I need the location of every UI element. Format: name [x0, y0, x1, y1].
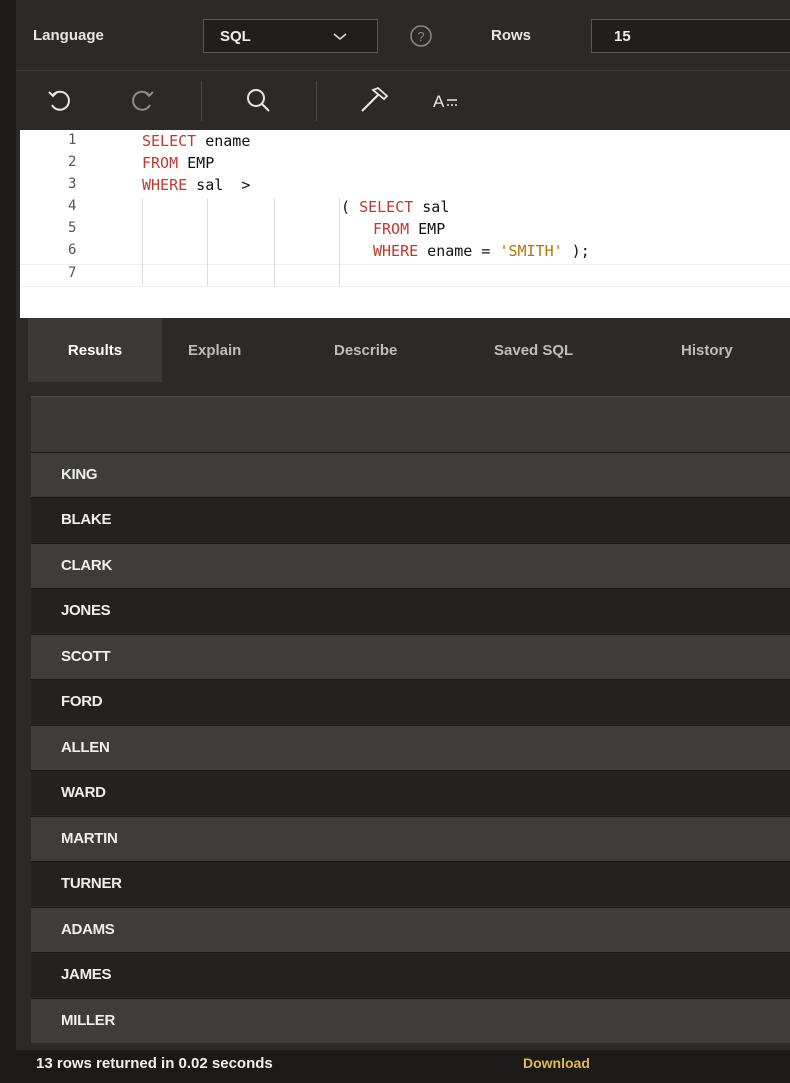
editor-line: 3 WHERE sal > — [20, 176, 790, 197]
indent-guide — [339, 198, 340, 286]
language-select-value: SQL — [220, 28, 251, 45]
code-text: FROM EMP — [142, 154, 215, 172]
help-icon[interactable]: ? — [407, 22, 435, 50]
indent-guide — [274, 198, 275, 286]
svg-text:?: ? — [417, 29, 424, 44]
line-number: 2 — [68, 154, 77, 170]
table-row: TURNER — [31, 861, 790, 906]
rows-input[interactable]: 15 — [591, 19, 790, 53]
code-text: WHERE sal > — [142, 176, 251, 194]
table-row: JONES — [31, 588, 790, 633]
cell-ename: TURNER — [61, 875, 122, 892]
indent-guide — [207, 198, 208, 286]
editor-line: 6 WHERE ename = 'SMITH' ); — [20, 242, 790, 263]
rows-label: Rows — [491, 27, 532, 44]
code-text: FROM EMP — [373, 220, 446, 238]
line-number: 7 — [68, 265, 77, 281]
tab-explain[interactable]: Explain — [188, 318, 241, 382]
sql-editor[interactable]: 1 SELECT ename 2 FROM EMP 3 WHERE sal > … — [16, 130, 790, 318]
toolbar-divider — [201, 81, 202, 121]
cell-ename: KING — [61, 466, 98, 483]
redo-icon[interactable] — [126, 85, 158, 117]
cell-ename: ALLEN — [61, 739, 110, 756]
table-row: KING — [31, 452, 790, 497]
code-text: ( SELECT sal — [341, 198, 450, 216]
results-tabs: Results Explain Describe Saved SQL Histo… — [16, 318, 790, 382]
table-row: MARTIN — [31, 816, 790, 861]
language-label: Language — [33, 27, 104, 44]
status-text: 13 rows returned in 0.02 seconds — [36, 1055, 273, 1072]
code-text: SELECT ename — [142, 132, 251, 150]
cell-ename: WARD — [61, 784, 106, 801]
editor-line: 2 FROM EMP — [20, 154, 790, 175]
indent-guide — [142, 198, 143, 286]
cell-ename: MILLER — [61, 1012, 116, 1029]
rows-input-value: 15 — [614, 28, 631, 45]
editor-line: 5 FROM EMP — [20, 220, 790, 241]
table-row: ALLEN — [31, 725, 790, 770]
toolbar-divider — [316, 81, 317, 121]
tab-describe[interactable]: Describe — [334, 318, 397, 382]
language-select[interactable]: SQL — [203, 19, 378, 53]
table-row: FORD — [31, 679, 790, 724]
cell-ename: MARTIN — [61, 830, 118, 847]
line-number: 4 — [68, 198, 77, 214]
editor-toolbar: A — [16, 70, 790, 130]
cell-ename: ADAMS — [61, 921, 115, 938]
download-link[interactable]: Download — [523, 1055, 590, 1071]
tab-history[interactable]: History — [681, 318, 733, 382]
line-number: 1 — [68, 132, 77, 148]
cell-ename: CLARK — [61, 557, 112, 574]
search-icon[interactable] — [242, 84, 274, 116]
results-header-row — [31, 396, 790, 452]
cell-ename: SCOTT — [61, 648, 111, 665]
table-row: WARD — [31, 770, 790, 815]
table-row: MILLER — [31, 998, 790, 1043]
tab-results[interactable]: Results — [28, 318, 162, 382]
table-row: JAMES — [31, 952, 790, 997]
line-number: 3 — [68, 176, 77, 192]
editor-line: 4 ( SELECT sal — [20, 198, 790, 219]
line-number: 5 — [68, 220, 77, 236]
table-row: SCOTT — [31, 634, 790, 679]
cell-ename: BLAKE — [61, 511, 112, 528]
format-text-icon[interactable]: A — [431, 85, 471, 117]
tab-saved-sql[interactable]: Saved SQL — [494, 318, 573, 382]
code-text: WHERE ename = 'SMITH' ); — [373, 242, 590, 260]
table-row: BLAKE — [31, 497, 790, 542]
cell-ename: JONES — [61, 602, 111, 619]
chevron-down-icon — [333, 33, 347, 41]
hammer-icon[interactable] — [356, 84, 392, 116]
svg-text:A: A — [433, 92, 445, 111]
table-row: CLARK — [31, 543, 790, 588]
line-number: 6 — [68, 242, 77, 258]
cell-ename: JAMES — [61, 966, 112, 983]
editor-line: 1 SELECT ename — [20, 132, 790, 153]
cell-ename: FORD — [61, 693, 103, 710]
undo-icon[interactable] — [44, 85, 76, 117]
editor-line-current: 7 — [20, 264, 790, 287]
table-row: ADAMS — [31, 907, 790, 952]
